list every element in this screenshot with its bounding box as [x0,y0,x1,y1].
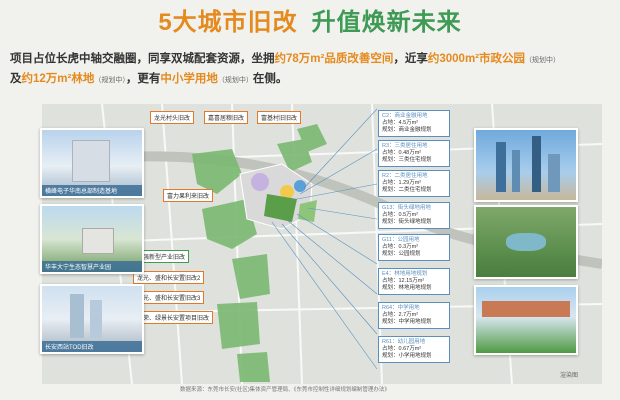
infobox-r64: R64：中学用地 占地：2.7万m² 规划：中学用地规划 [378,302,450,329]
infobox-c2-line: 占地：4.5万m² [382,120,419,126]
photo-school [474,285,578,355]
infobox-r2-line: 规划：二类住宅规划 [382,187,432,193]
infobox-e4-line: 规划：林地用地规划 [382,285,432,291]
infobox-r3-line: R3：三类居住用地 [382,143,428,149]
intro-t4: ，更有 [125,73,161,85]
infobox-r2-line: R2：二类居住用地 [382,173,428,179]
render-note: 渲染图 [560,373,579,379]
intro-h2: 约3000m²市政公园 [427,53,525,65]
photo-hengfeng-caption: 横峰电子华南总部制造基地 [42,185,142,196]
infobox-g11: G11：公园用地 占地：0.3万m² 规划：公园规划 [378,234,450,261]
infobox-g11-line: 规划：公园规划 [382,251,421,257]
photo-changan-tod: 长安西站TOD旧改 [40,284,144,354]
infobox-r3: R3：三类居住用地 占地：0.48万m² 规划：三类住宅规划 [378,140,450,167]
intro-t3: 及 [10,73,22,85]
infobox-r61: R61：幼儿园用地 占地：0.67万m² 规划：小学用地规划 [378,336,450,363]
infobox-r3-line: 占地：0.48万m² [382,150,422,156]
photo-huafeng: 华丰大宁生态智慧产业园 [40,204,144,274]
infobox-e4-line: E4：林地用地规划 [382,271,428,277]
intro-text: 项目占位长虎中轴交融圈，同享双城配套资源，坐拥约78万m²品质改善空间，近享约3… [10,50,610,90]
intro-t5: 在侧。 [252,73,288,85]
label-fuli: 富力果利来旧改 [163,189,214,202]
photo-changan-tod-caption: 长安西站TOD旧改 [42,341,142,352]
intro-h4: 中小学用地 [160,73,218,85]
title-part1: 5大城市旧改 [158,9,298,36]
label-fuji: 富基村旧旧改 [257,111,302,124]
infobox-g13: G13：街头绿地用地 占地：0.5万m² 规划：街头绿地规划 [378,202,450,229]
infobox-g11-line: G11：公园用地 [382,237,420,243]
infobox-e4: E4：林地用地规划 占地：12.15万m² 规划：林地用地规划 [378,268,450,295]
infobox-r64-line: 规划：中学用地规划 [382,319,432,325]
intro-s2: （规划中） [94,77,126,84]
infobox-c2-line: 规划：商业金融规划 [382,127,432,133]
infobox-g13-line: 规划：街头绿地规划 [382,219,432,225]
intro-s1: （规划中） [525,57,560,64]
photo-hengfeng: 横峰电子华南总部制造基地 [40,128,144,198]
infobox-r64-line: R64：中学用地 [382,305,420,311]
infobox-r3-line: 规划：三类住宅规划 [382,157,432,163]
infobox-r61-line: 规划：小学用地规划 [382,353,432,359]
intro-s3: （规划中） [217,77,253,84]
infobox-r2: R2：二类居住用地 占地：1.29万m² 规划：二类住宅规划 [378,170,450,197]
infobox-g13-line: G13：街头绿地用地 [382,205,431,211]
infobox-g11-line: 占地：0.3万m² [382,244,419,250]
infobox-r64-line: 占地：2.7万m² [382,312,419,318]
intro-t1: 项目占位长虎中轴交融圈，同享双城配套资源，坐拥 [10,53,275,65]
photo-huafeng-caption: 华丰大宁生态智慧产业园 [42,261,142,272]
intro-h3: 约12万m²林地 [21,73,95,85]
label-jiaxi: 嘉喜居粮旧改 [204,111,249,124]
intro-h1: 约78万m²品质改善空间 [274,53,394,65]
label-changrong: 长荣、绿景长安置项目旧改 [133,311,214,324]
infobox-c2: C2：商业金融用地 占地：4.5万m² 规划：商业金融规划 [378,110,450,137]
page-title: 5大城市旧改 升值焕新未来 [0,2,620,37]
infobox-r2-line: 占地：1.29万m² [382,180,422,186]
infobox-r61-line: R61：幼儿园用地 [382,339,426,345]
infobox-r61-line: 占地：0.67万m² [382,346,422,352]
infobox-g13-line: 占地：0.5万m² [382,212,419,218]
infobox-c2-line: C2：商业金融用地 [382,113,428,119]
intro-t2: ，近享 [393,53,428,65]
photo-city-skyline [474,128,578,202]
title-part2: 升值焕新未来 [311,9,462,36]
infobox-e4-line: 占地：12.15万m² [382,278,425,284]
photo-park [474,205,578,279]
label-longguang: 龙光村头旧改 [150,111,195,124]
footer-source: 数据来源：东莞市长安(社区)集体资产管理局、《东莞市控制性详细规划编制管理办法》 [180,387,390,393]
